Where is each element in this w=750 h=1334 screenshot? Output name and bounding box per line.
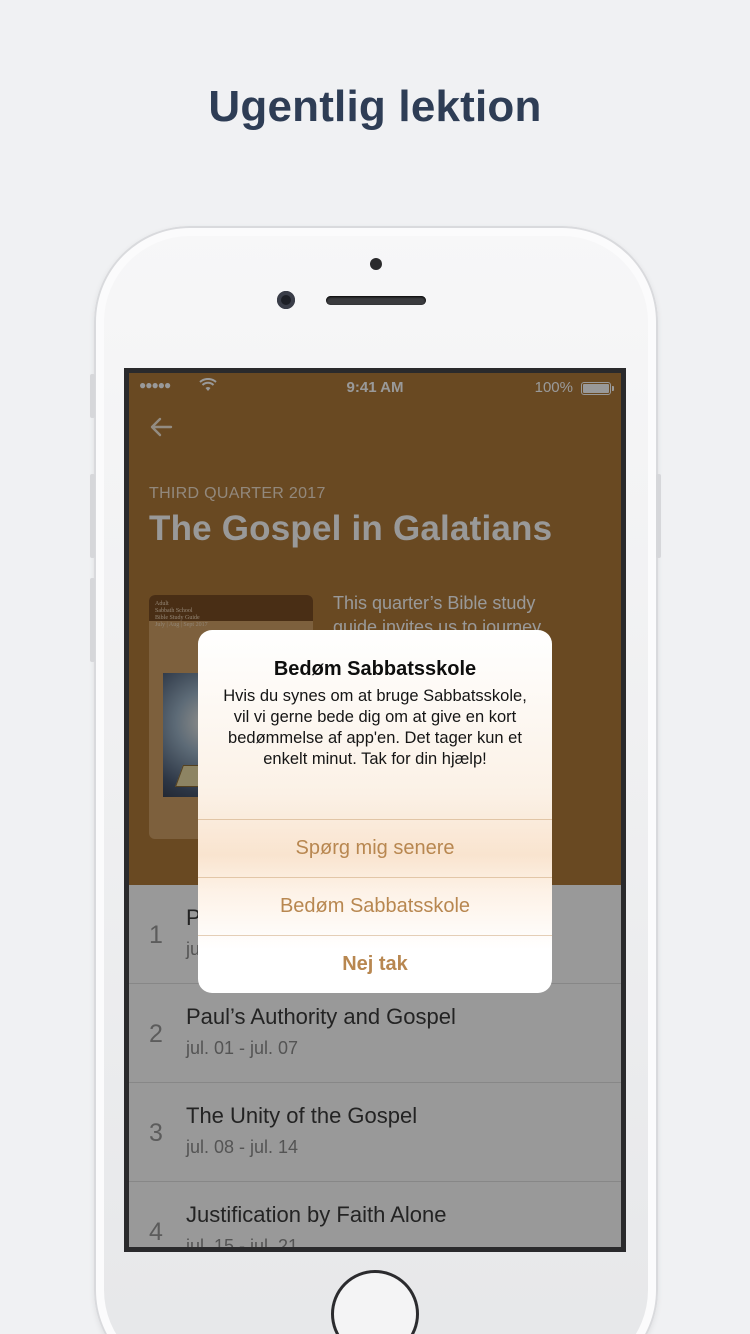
ask-later-button[interactable]: Spørg mig senere xyxy=(198,819,552,877)
rate-app-button[interactable]: Bedøm Sabbatsskole xyxy=(198,877,552,935)
no-thanks-button[interactable]: Nej tak xyxy=(198,935,552,993)
side-button-power xyxy=(656,474,661,558)
alert-message: Hvis du synes om at bruge Sabbatsskole, … xyxy=(223,687,527,768)
rating-alert-dialog: Bedøm Sabbatsskole Hvis du synes om at b… xyxy=(198,630,552,993)
side-button-volume-up xyxy=(90,474,95,558)
front-sensor xyxy=(370,258,382,270)
alert-title: Bedøm Sabbatsskole xyxy=(273,658,477,680)
earpiece-speaker xyxy=(326,296,426,305)
front-camera-icon xyxy=(277,291,295,309)
headline: Ugentlig lektion xyxy=(208,82,542,131)
side-button-mute xyxy=(90,374,95,418)
side-button-volume-down xyxy=(90,578,95,662)
